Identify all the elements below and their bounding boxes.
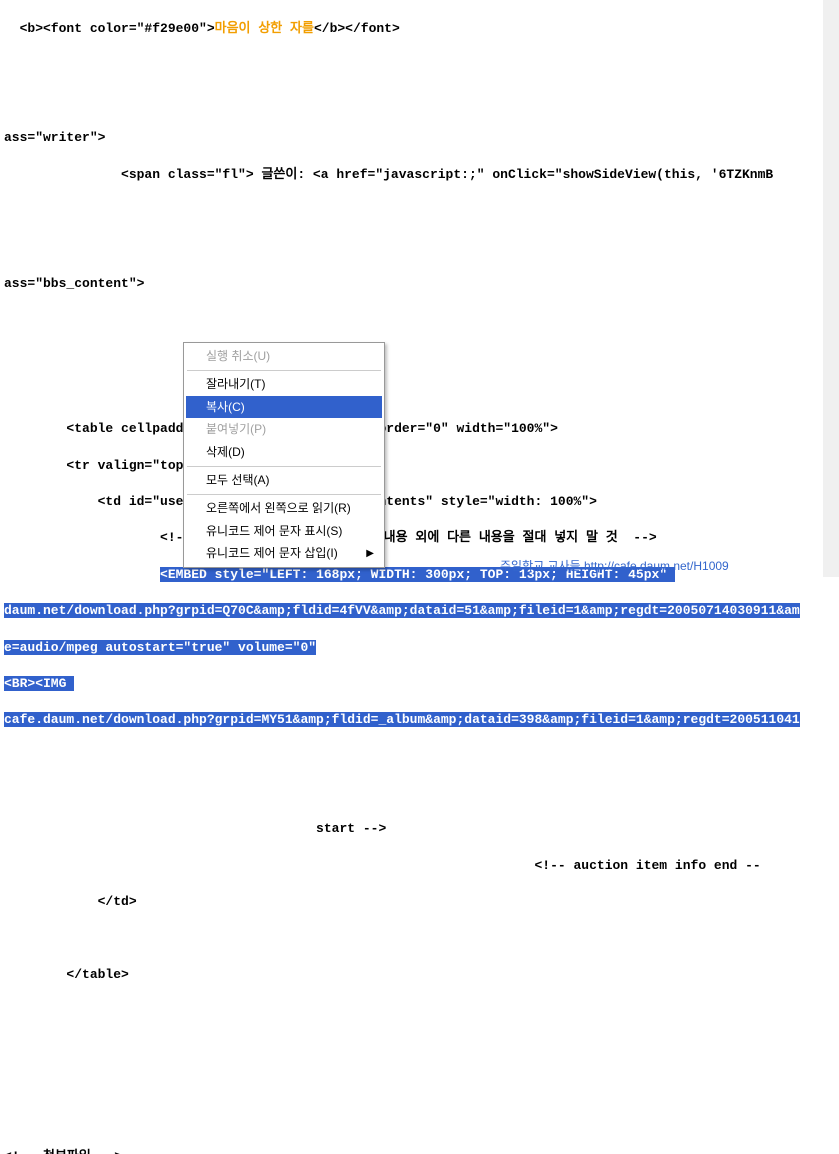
code-line: <BR><IMG	[4, 675, 835, 693]
menu-copy[interactable]: 복사(C)	[186, 396, 382, 419]
vertical-scrollbar[interactable]	[823, 0, 839, 577]
menu-select-all[interactable]: 모두 선택(A)	[186, 469, 382, 492]
submenu-arrow-icon: ▶	[366, 547, 374, 561]
selection: e=audio/mpeg autostart="true" volume="0"	[4, 640, 316, 655]
menu-cut[interactable]: 잘라내기(T)	[186, 373, 382, 396]
menu-separator	[187, 494, 381, 495]
menu-separator	[187, 466, 381, 467]
code-line: <!-- clix_content 이 안에 본문 내용 외에 다른 내용을 절…	[4, 529, 835, 547]
selection: <BR><IMG	[4, 676, 74, 691]
code-line: start -->	[4, 820, 835, 838]
code-line: <table cellpadding="0" cellspacing="0" b…	[4, 420, 835, 438]
code-line: <span class="fl"> 글쓴이: <a href="javascri…	[4, 166, 835, 184]
menu-paste[interactable]: 붙여넣기(P)	[186, 418, 382, 441]
code-line: <tr valign="top">	[4, 457, 835, 475]
code-line: daum.net/download.php?grpid=Q70C&amp;fld…	[4, 602, 835, 620]
menu-separator	[187, 370, 381, 371]
code-line: cafe.daum.net/download.php?grpid=MY51&am…	[4, 711, 835, 729]
footer-link[interactable]: 주일학교 교사들 http://cafe.daum.net/H1009	[500, 558, 729, 575]
code-line: e=audio/mpeg autostart="true" volume="0"	[4, 639, 835, 657]
code-line: <td id="user_contents" name="user_conten…	[4, 493, 835, 511]
code-line: ass="writer">	[4, 129, 835, 147]
context-menu: 실행 취소(U) 잘라내기(T) 복사(C) 붙여넣기(P) 삭제(D) 모두 …	[183, 342, 385, 568]
code-line: <b><font color="#f29e00">마음이 상한 자를</b></…	[4, 20, 835, 38]
menu-undo[interactable]: 실행 취소(U)	[186, 345, 382, 368]
code-line: </table>	[4, 966, 835, 984]
menu-delete[interactable]: 삭제(D)	[186, 441, 382, 464]
code-line: </td>	[4, 893, 835, 911]
menu-show-control-chars[interactable]: 유니코드 제어 문자 표시(S)	[186, 520, 382, 543]
menu-rtl[interactable]: 오른쪽에서 왼쪽으로 읽기(R)	[186, 497, 382, 520]
selection: daum.net/download.php?grpid=Q70C&amp;fld…	[4, 603, 800, 618]
selection: cafe.daum.net/download.php?grpid=MY51&am…	[4, 712, 800, 727]
menu-insert-control-chars[interactable]: 유니코드 제어 문자 삽입(I) ▶	[186, 542, 382, 565]
code-editor[interactable]: <b><font color="#f29e00">마음이 상한 자를</b></…	[0, 0, 839, 1154]
code-line: <!-- 첨부파일 -->	[4, 1148, 835, 1154]
code-line: <!-- auction item info end --	[4, 857, 835, 875]
code-line: ass="bbs_content">	[4, 275, 835, 293]
